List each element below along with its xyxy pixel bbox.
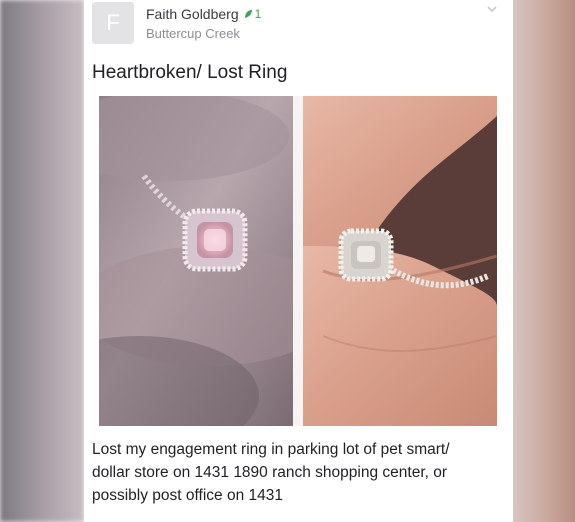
post-title: Heartbroken/ Lost Ring [92,62,288,83]
photo-gallery [99,96,497,426]
author-badge: 1 [244,7,262,21]
avatar[interactable]: F [92,2,134,44]
author-row: Faith Goldberg 1 [146,6,261,22]
avatar-initial: F [106,10,120,35]
post-body: Lost my engagement ring in parking lot o… [92,441,450,504]
leaf-icon [244,10,252,18]
background-blur-left [0,0,84,522]
author-location[interactable]: Buttercup Creek [146,26,240,41]
background-blur-right [513,0,575,522]
ring-closeup-photo[interactable] [99,96,293,426]
ring-on-hand-photo[interactable] [303,96,497,426]
chevron-down-icon[interactable] [485,2,499,16]
post-card: F Faith Goldberg 1 Buttercup Creek Heart… [84,0,513,522]
badge-count: 1 [254,7,262,21]
author-name[interactable]: Faith Goldberg [146,6,239,22]
